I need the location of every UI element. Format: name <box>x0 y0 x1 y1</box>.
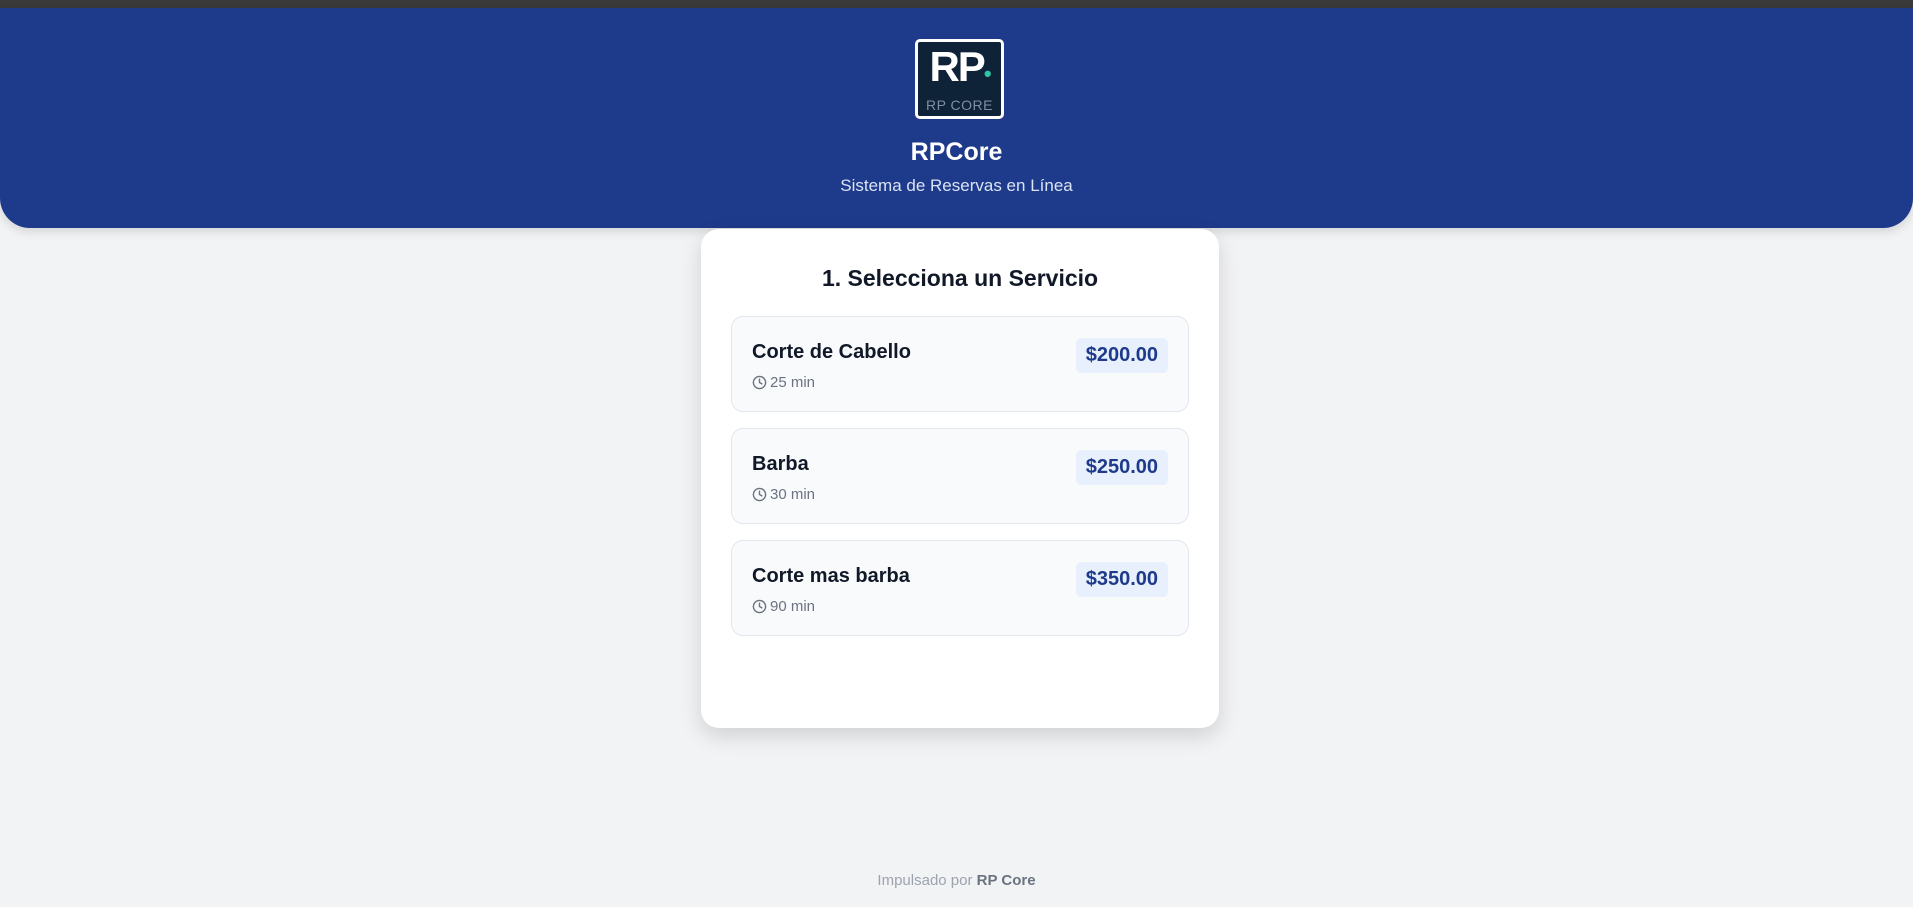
footer-brand-link[interactable]: RP Core <box>977 872 1036 889</box>
duration-text: 30 min <box>770 486 816 503</box>
clock-icon <box>752 599 767 614</box>
service-name: Corte de Cabello <box>752 341 911 363</box>
page-footer: Impulsado por RP Core <box>0 872 1913 889</box>
duration-text: 25 min <box>770 374 816 391</box>
clock-icon <box>752 375 767 390</box>
logo-subtext: RP CORE <box>925 97 994 113</box>
service-name: Barba <box>752 453 809 475</box>
service-duration: 30 min <box>752 486 815 503</box>
clock-icon <box>752 487 767 502</box>
page-header: RP• RP CORE RPCore Sistema de Reservas e… <box>0 8 1913 228</box>
service-name: Corte mas barba <box>752 565 910 587</box>
card-title: 1. Selecciona un Servicio <box>821 265 1099 291</box>
service-option-corte-de-cabello[interactable]: Corte de Cabello 25 min $200.00 <box>731 316 1189 412</box>
service-price: $200.00 <box>1075 338 1168 373</box>
brand-tagline: Sistema de Reservas en Línea <box>840 176 1073 195</box>
browser-top-strip <box>0 0 1913 8</box>
service-price: $350.00 <box>1075 562 1168 597</box>
logo-mark: RP• <box>929 43 991 90</box>
service-duration: 90 min <box>752 598 815 615</box>
brand-name: RPCore <box>910 138 1003 166</box>
duration-text: 90 min <box>770 598 816 615</box>
service-option-barba[interactable]: Barba 30 min $250.00 <box>731 428 1189 524</box>
service-duration: 25 min <box>752 374 815 391</box>
service-selection-card: 1. Selecciona un Servicio Corte de Cabel… <box>701 229 1219 728</box>
brand-logo: RP• RP CORE <box>915 39 1004 119</box>
service-price: $250.00 <box>1075 450 1168 485</box>
footer-prefix: Impulsado por <box>877 872 973 889</box>
service-option-corte-mas-barba[interactable]: Corte mas barba 90 min $350.00 <box>731 540 1189 636</box>
